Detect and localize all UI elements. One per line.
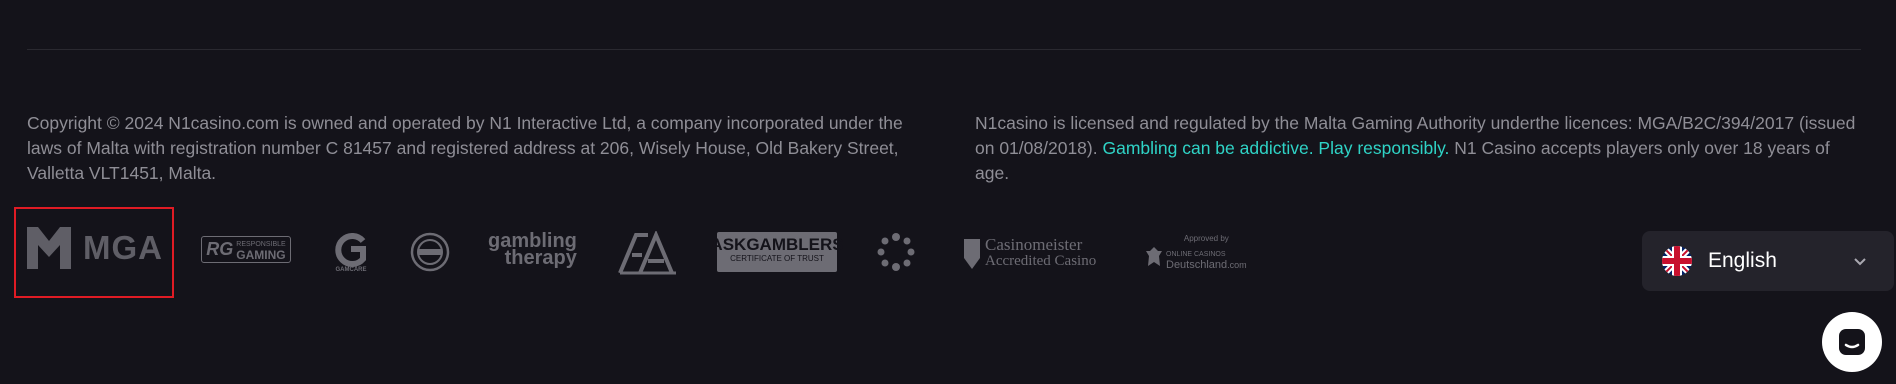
responsible-gaming-logo[interactable]: RG RESPONSIBLE GAMING — [201, 236, 291, 263]
dotted-circle-icon — [877, 233, 915, 271]
eagle-icon — [1146, 247, 1162, 266]
copyright-text: Copyright © 2024 N1casino.com is owned a… — [27, 113, 903, 183]
uk-flag-icon — [1662, 246, 1692, 276]
seal-logo[interactable] — [410, 232, 450, 272]
ga-mark-icon — [618, 230, 676, 274]
license-text: N1casino is licensed and regulated by th… — [975, 111, 1865, 186]
ocd-line2-suffix: .com — [1227, 260, 1247, 270]
chevron-down-icon — [1854, 258, 1866, 266]
gamcare-logo[interactable]: GAMCARE — [330, 229, 372, 277]
language-label: English — [1708, 249, 1777, 272]
rg-big-text: GAMING — [236, 247, 286, 262]
gambling-therapy-line2: therapy — [504, 247, 577, 269]
shield-icon — [964, 239, 980, 269]
footer-divider — [27, 49, 1861, 50]
gamcare-mark-icon — [335, 233, 366, 267]
casinomeister-subtext: Accredited Casino — [985, 253, 1097, 269]
askgamblers-subtext: CERTIFICATE OF TRUST — [730, 254, 824, 263]
seal-icon — [410, 232, 450, 272]
casinomeister-logo[interactable]: Casinomeister Accredited Casino — [963, 233, 1096, 273]
rg-mark-icon: RG — [206, 239, 234, 259]
chat-icon — [1839, 329, 1865, 355]
gambling-therapy-logo[interactable]: gambling therapy — [488, 231, 577, 269]
online-casinos-deutschland-logo[interactable]: Approved by ONLINE CASINOS Deutschland.c… — [1145, 230, 1247, 274]
responsible-gambling-link[interactable]: Gambling can be addictive. Play responsi… — [1102, 138, 1449, 158]
ocd-line2: Deutschland — [1166, 259, 1228, 271]
askgamblers-logo[interactable]: ASKGAMBLERS CERTIFICATE OF TRUST — [710, 232, 844, 272]
casinomeister-text: Casinomeister — [985, 235, 1083, 254]
mga-highlight-frame — [14, 207, 174, 298]
language-selector[interactable]: English — [1642, 231, 1894, 291]
ga-logo[interactable] — [618, 230, 678, 275]
gamcare-text: GAMCARE — [335, 267, 367, 273]
askgamblers-text: ASKGAMBLERS — [710, 235, 844, 254]
ocd-approved-text: Approved by — [1183, 234, 1229, 243]
chat-button[interactable] — [1822, 312, 1882, 372]
dotted-badge-logo[interactable] — [876, 232, 916, 272]
partner-logos: MGA RG RESPONSIBLE GAMING GAMCARE gambli… — [0, 205, 1300, 300]
